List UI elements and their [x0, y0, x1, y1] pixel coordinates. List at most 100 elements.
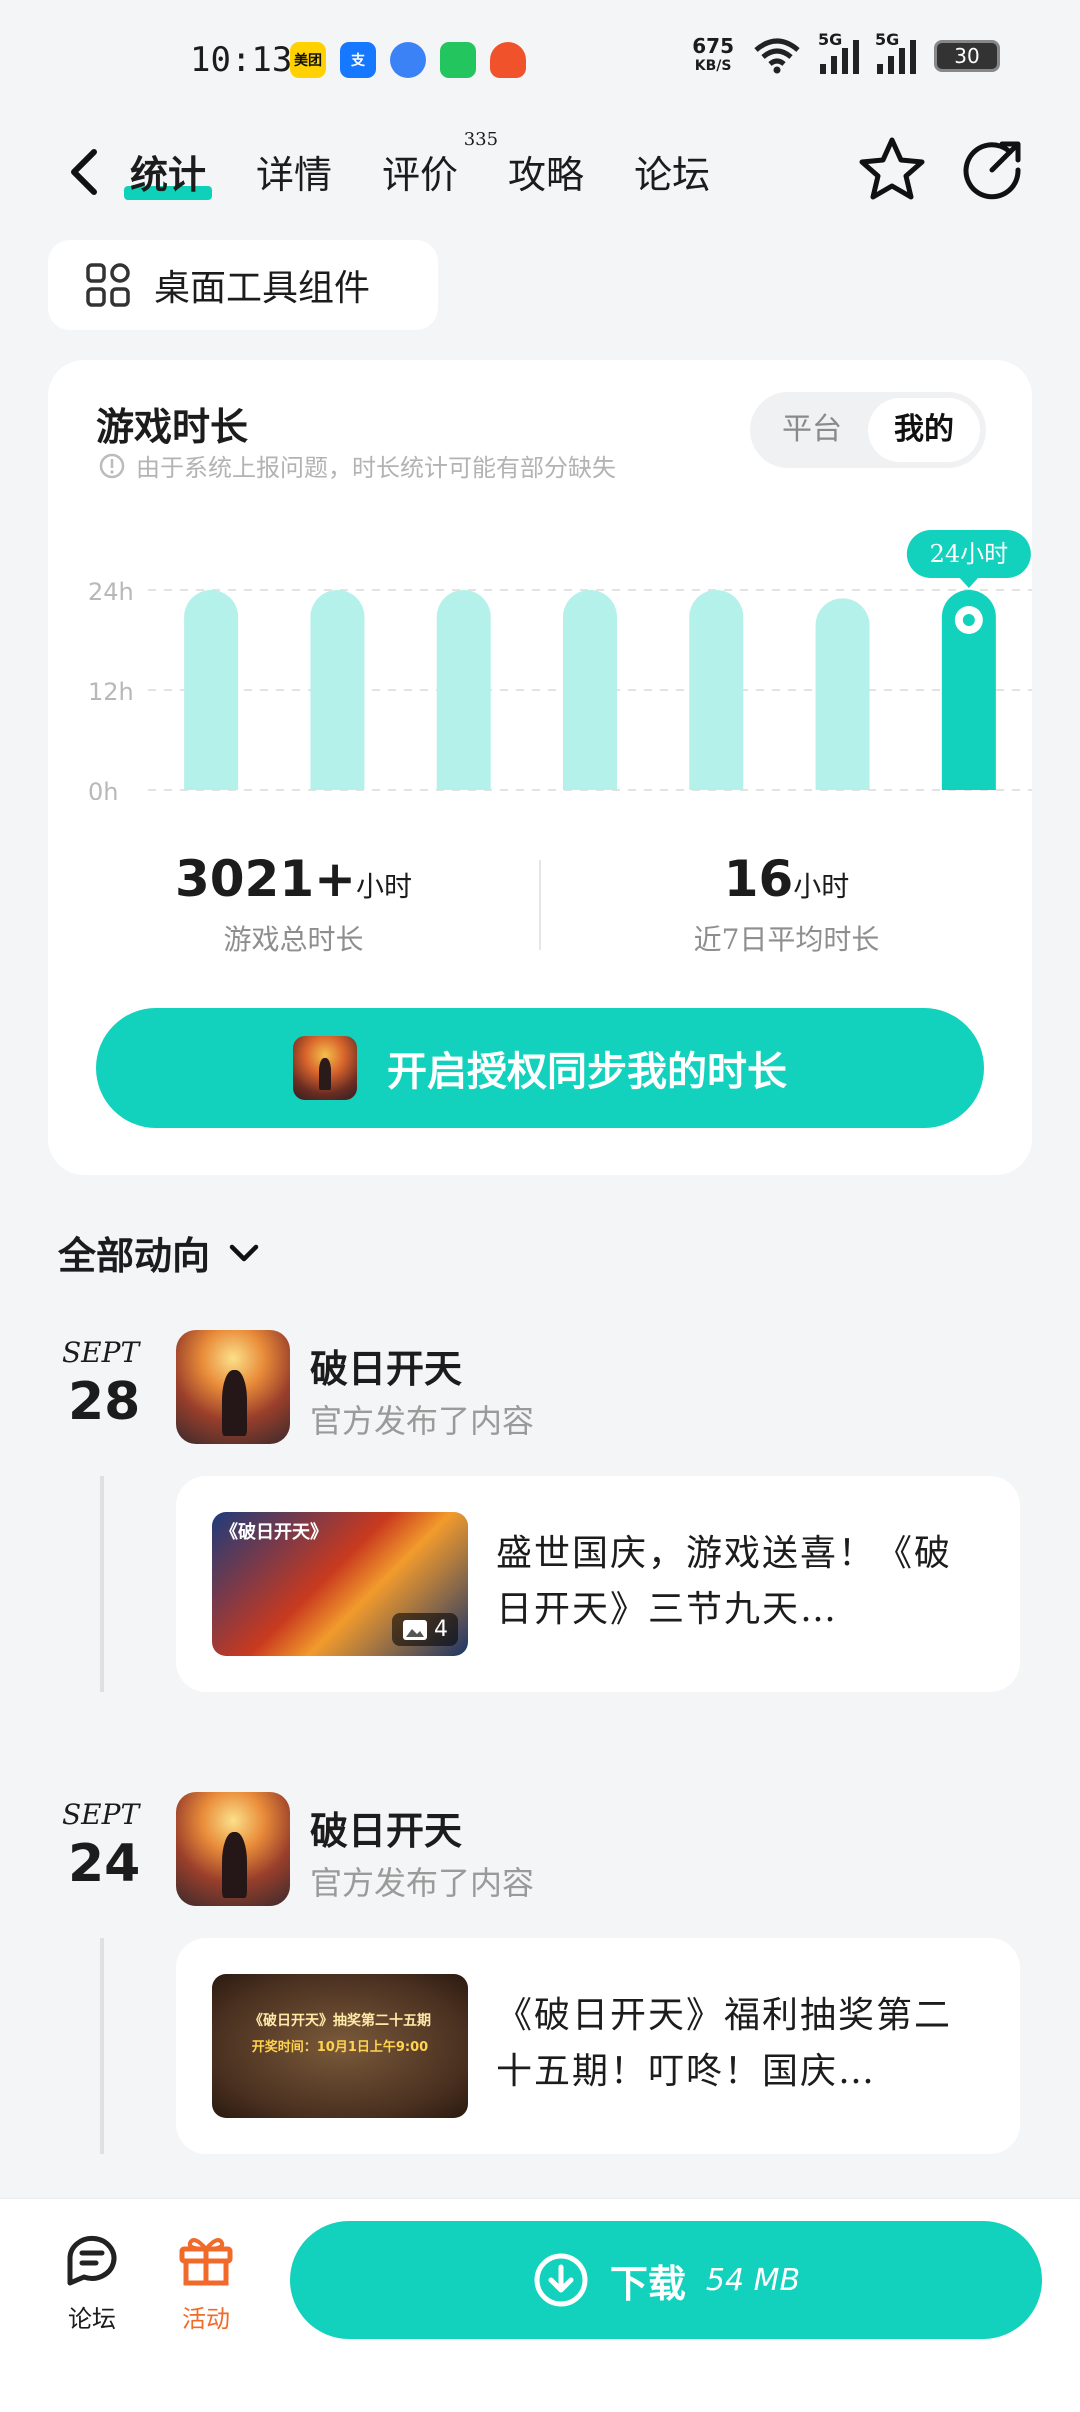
- card-note-text: 由于系统上报问题，时长统计可能有部分缺失: [136, 454, 616, 482]
- post-text: 《破日开天》福利抽奖第二十五期！叮咚！国庆…: [496, 1995, 953, 2092]
- event-nav-button[interactable]: 活动: [156, 2231, 256, 2334]
- desktop-widget-button[interactable]: 桌面工具组件: [48, 240, 438, 330]
- tab-details-label: 详情: [256, 153, 333, 197]
- bar: [436, 590, 491, 790]
- activity-filter[interactable]: 全部动向: [58, 1225, 264, 1280]
- post-image-caption: 《破日开天》: [220, 1522, 328, 1543]
- total-playtime-unit: 小时: [356, 870, 413, 903]
- share-icon[interactable]: [952, 130, 1032, 210]
- bar: [815, 598, 870, 790]
- chevron-down-icon: [229, 1244, 259, 1261]
- avg-playtime-value: 16: [723, 850, 794, 908]
- tab-guides[interactable]: 攻略: [508, 140, 584, 210]
- y-tick-label: 24h: [88, 578, 134, 606]
- post-card[interactable]: 《破日开天》抽奖第二十五期 开奖时间：10月1日上午9:00 《破日开天》福利抽…: [176, 1938, 1020, 2154]
- battery-icon: 30: [934, 40, 1000, 72]
- avg-playtime-unit: 小时: [793, 870, 850, 903]
- playtime-bar-chart: 0h12h24h9/229/239/249/259/269/279/2824小时: [88, 530, 1032, 800]
- bar: [689, 590, 744, 790]
- total-playtime-value: 3021+: [174, 850, 357, 908]
- back-arrow-icon[interactable]: [56, 142, 116, 202]
- status-right: 675 KB/S 5G 5G 30: [692, 30, 1000, 76]
- game-avatar[interactable]: [176, 1330, 290, 1444]
- tab-stats[interactable]: 统计: [123, 140, 213, 210]
- toggle-platform[interactable]: 平台: [756, 398, 868, 462]
- widget-button-label: 桌面工具组件: [154, 268, 371, 309]
- tab-details[interactable]: 详情: [256, 140, 332, 210]
- widget-grid-icon: [86, 263, 130, 307]
- top-nav: 统计 详情 评价 335 攻略 论坛: [0, 120, 1080, 230]
- post-game-name[interactable]: 破日开天: [310, 1338, 462, 1393]
- forum-label: 论坛: [68, 2305, 116, 2333]
- activity-header-label: 全部动向: [58, 1233, 211, 1278]
- image-count: 4: [434, 1617, 448, 1642]
- tab-bar: 统计 详情 评价 335 攻略 论坛: [123, 130, 760, 210]
- bottom-bar: 论坛 活动 下载 54 MB: [0, 2198, 1080, 2412]
- image-icon: [403, 1619, 427, 1640]
- value-tooltip-pointer: [958, 577, 979, 588]
- app-hat-icon: [490, 42, 526, 78]
- tab-stats-label: 统计: [130, 152, 207, 197]
- y-tick-label: 0h: [88, 778, 118, 800]
- post-card[interactable]: 《破日开天》 4 盛世国庆，游戏送喜！《破日开天》三节九天…: [176, 1476, 1020, 1692]
- bar-marker-dot: [962, 614, 975, 626]
- post-month: SEPT: [62, 1798, 140, 1831]
- y-tick-label: 12h: [88, 678, 134, 706]
- post-day: 24: [68, 1834, 141, 1894]
- post-image[interactable]: 《破日开天》抽奖第二十五期 开奖时间：10月1日上午9:00: [212, 1974, 468, 2118]
- avg-playtime-label: 近7日平均时长: [693, 923, 880, 956]
- app-play-icon: [440, 42, 476, 78]
- wifi-icon: [754, 38, 800, 74]
- post-image-caption: 《破日开天》抽奖第二十五期: [249, 2013, 431, 2029]
- star-favorite-icon[interactable]: [852, 130, 932, 210]
- post-game-name[interactable]: 破日开天: [310, 1800, 462, 1855]
- avg-playtime: 16小时 近7日平均时长: [541, 850, 1032, 960]
- post-text: 盛世国庆，游戏送喜！《破日开天》三节九天…: [496, 1533, 953, 1630]
- game-thumbnail: [293, 1036, 357, 1100]
- total-playtime: 3021+小时 游戏总时长: [48, 850, 539, 960]
- net-speed: 675 KB/S: [692, 36, 734, 76]
- alipay-icon: 支: [340, 42, 376, 78]
- network-type-1: 5G: [818, 30, 843, 49]
- forum-nav-button[interactable]: 论坛: [42, 2231, 142, 2334]
- net-speed-unit: KB/S: [694, 58, 732, 74]
- sync-auth-button[interactable]: 开启授权同步我的时长: [96, 1008, 984, 1128]
- bar: [184, 590, 239, 790]
- timeline-line: [100, 1938, 104, 2154]
- app-bell-icon: [390, 42, 426, 78]
- status-app-icons: 美团 支: [290, 42, 526, 78]
- stats-summary: 3021+小时 游戏总时长 16小时 近7日平均时长: [48, 850, 1032, 960]
- forum-chat-icon: [67, 2235, 117, 2286]
- signal-1: 5G: [818, 30, 859, 74]
- post-month: SEPT: [62, 1336, 140, 1369]
- post-image-subcaption: 开奖时间：10月1日上午9:00: [251, 2040, 429, 2055]
- tab-forum-label: 论坛: [634, 153, 711, 197]
- status-bar: 10:13 美团 支 675 KB/S 5G 5G 30: [0, 0, 1080, 120]
- signal-2: 5G: [875, 30, 916, 74]
- scope-toggle: 平台 我的: [750, 392, 986, 468]
- post-subtitle: 官方发布了内容: [310, 1864, 535, 1902]
- post-subtitle: 官方发布了内容: [310, 1402, 535, 1440]
- tab-reviews[interactable]: 评价 335: [382, 130, 498, 210]
- reviews-count-badge: 335: [463, 129, 499, 150]
- meituan-icon: 美团: [290, 42, 326, 78]
- gift-icon: [179, 2238, 233, 2286]
- post-image[interactable]: 《破日开天》 4: [212, 1512, 468, 1656]
- tab-guides-label: 攻略: [508, 153, 585, 197]
- card-note: 由于系统上报问题，时长统计可能有部分缺失: [98, 448, 616, 483]
- tab-reviews-label: 评价: [382, 153, 459, 197]
- image-count-badge: 4: [392, 1613, 458, 1646]
- bar: [310, 590, 365, 790]
- value-tooltip-label: 24小时: [930, 540, 1009, 568]
- info-icon: [99, 453, 125, 478]
- timeline-line: [100, 1476, 104, 1692]
- download-button[interactable]: 下载 54 MB: [290, 2221, 1042, 2339]
- sync-auth-label: 开启授权同步我的时长: [387, 1048, 787, 1095]
- bar: [563, 590, 617, 790]
- toggle-mine[interactable]: 我的: [868, 398, 980, 462]
- game-avatar[interactable]: [176, 1792, 290, 1906]
- tab-forum[interactable]: 论坛: [634, 140, 710, 210]
- network-type-2: 5G: [875, 30, 900, 49]
- card-title: 游戏时长: [96, 404, 249, 449]
- download-icon: [534, 2253, 588, 2307]
